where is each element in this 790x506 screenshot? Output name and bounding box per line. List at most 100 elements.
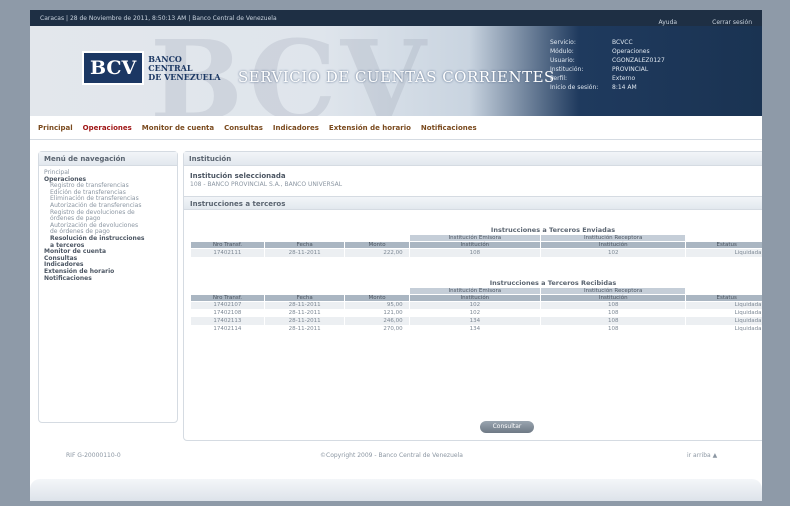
column-header: Institución — [408, 293, 541, 302]
table-cell: 108 — [539, 301, 686, 309]
table-cell: 17402108 — [190, 309, 265, 317]
table-row: 17402111 28-11-2011 222,00 108 102 Liquidada — [190, 248, 762, 257]
info-row: Inicio de sesión: 8:14 AM — [550, 83, 665, 92]
column-header: Estatus — [685, 293, 762, 302]
sidebar: Menú de navegación Principal Operaciones R… — [38, 151, 178, 423]
table-cell: Liquidada — [685, 325, 762, 333]
bottom-panel — [30, 479, 762, 501]
column-header: Fecha — [263, 293, 346, 302]
browser-page: Caracas | 28 de Noviembre de 2011, 8:50:… — [30, 10, 762, 490]
table-cell: 28-11-2011 — [263, 301, 345, 309]
table-cell: 222,00 — [344, 248, 410, 257]
info-row: Servicio: BCVCC — [550, 38, 665, 47]
nav-item-consultas[interactable]: Consultas — [224, 124, 263, 132]
sent-table: Institución Emisora Institución Receptor… — [190, 234, 762, 257]
sent-table-title: Instrucciones a Terceros Enviadas — [490, 226, 616, 234]
table-cell: 108 — [539, 309, 686, 317]
top-links: Ayuda Cerrar sesión — [629, 10, 752, 28]
table-cell: 28-11-2011 — [263, 325, 345, 333]
session-info: Caracas | 28 de Noviembre de 2011, 8:50:… — [40, 14, 277, 22]
logo-mark: BCV — [82, 51, 145, 85]
main-nav: Principal Operaciones Monitor de cuenta Con… — [30, 116, 762, 140]
table-row: 17402113 28-11-2011 246,00 134 108 Liquidada — [190, 317, 762, 325]
table-cell: Liquidada — [685, 301, 762, 309]
column-header: Monto — [344, 241, 410, 249]
table-cell: 17402107 — [190, 301, 265, 309]
top-bar: Caracas | 28 de Noviembre de 2011, 8:50:… — [30, 10, 762, 26]
main-content: Institución Institución seleccionada 108… — [183, 151, 762, 441]
nav-item-principal[interactable]: Principal — [38, 124, 73, 132]
table-cell: 95,00 — [344, 301, 410, 309]
table-row: 17402114 28-11-2011 270,00 134 108 Liquidada — [190, 325, 762, 333]
info-key: Inicio de sesión: — [550, 84, 599, 91]
content-title: Institución — [184, 152, 762, 166]
column-header: Nro Transf. — [190, 241, 265, 249]
table-cell: Liquidada — [685, 248, 762, 257]
column-header: Institución — [539, 241, 687, 249]
table-cell: 246,00 — [344, 317, 410, 325]
table-cell: 17402111 — [190, 248, 265, 257]
table-cell: 28-11-2011 — [263, 317, 345, 325]
nav-item-notificaciones[interactable]: Notificaciones — [421, 124, 477, 132]
consult-button[interactable]: Consultar — [480, 421, 534, 433]
column-header: Institución — [539, 293, 687, 302]
bcv-logo: BCV BANCO CENTRAL DE VENEZUELA — [82, 51, 221, 85]
group-header: Institución Emisora — [408, 234, 541, 242]
copyright-text: ©Copyright 2009 - Banco Central de Venez… — [320, 451, 463, 459]
table-row: 17402108 28-11-2011 121,00 102 108 Liquidada — [190, 309, 762, 317]
table-cell: 270,00 — [344, 325, 410, 333]
info-key: Módulo: — [550, 48, 574, 55]
table-cell: 28-11-2011 — [263, 309, 345, 317]
logo-line: DE VENEZUELA — [148, 71, 221, 82]
info-row: Institución: PROVINCIAL — [550, 65, 665, 74]
info-value: Operaciones — [612, 48, 650, 55]
logout-link[interactable]: Cerrar sesión — [712, 19, 752, 26]
sidebar-item[interactable]: Notificaciones — [44, 275, 172, 283]
table-cell: 17402113 — [190, 317, 265, 325]
info-value: PROVINCIAL — [612, 66, 649, 73]
info-row: Módulo: Operaciones — [550, 47, 665, 56]
column-header: Fecha — [263, 241, 346, 249]
nav-item-indicadores[interactable]: Indicadores — [273, 124, 319, 132]
sidebar-menu: Principal Operaciones Registro de transfer… — [39, 166, 177, 286]
table-cell: 121,00 — [344, 309, 410, 317]
header-banner: BCV BCV BANCO CENTRAL DE VENEZUELA SERVI… — [30, 26, 762, 116]
go-top-label: ir arriba — [687, 451, 711, 459]
group-header: Institución Receptora — [539, 286, 687, 295]
sidebar-title: Menú de navegación — [39, 152, 177, 166]
info-value: CGONZALEZ0127 — [612, 57, 665, 64]
nav-item-extensi-n-de-horario[interactable]: Extensión de horario — [329, 124, 411, 132]
go-top-link[interactable]: ir arriba ▲ — [687, 452, 717, 459]
table-cell: 108 — [408, 248, 541, 257]
table-cell: Liquidada — [685, 309, 762, 317]
table-cell: Liquidada — [685, 317, 762, 325]
column-header: Estatus — [685, 241, 762, 249]
column-header: Nro Transf. — [190, 293, 265, 302]
nav-item-operaciones[interactable]: Operaciones — [83, 124, 132, 132]
column-header: Institución — [408, 241, 541, 249]
table-cell: 102 — [408, 301, 541, 309]
info-value: BCVCC — [612, 39, 633, 46]
table-cell: 102 — [408, 309, 541, 317]
table-cell: 102 — [539, 248, 686, 257]
section-title: Instrucciones a terceros — [184, 196, 762, 210]
rif-text: RIF G-20000110-0 — [66, 451, 121, 459]
footer: RIF G-20000110-0 ©Copyright 2009 - Banco… — [30, 446, 762, 464]
selected-institution-label: Institución seleccionada — [190, 172, 286, 180]
table-row: 17402107 28-11-2011 95,00 102 108 Liquidada — [190, 301, 762, 309]
nav-item-monitor-de-cuenta[interactable]: Monitor de cuenta — [142, 124, 214, 132]
info-value: 8:14 AM — [612, 84, 637, 91]
logo-text: BANCO CENTRAL DE VENEZUELA — [148, 54, 221, 82]
info-key: Perfil: — [550, 75, 568, 82]
selected-institution-value: 108 - BANCO PROVINCIAL S.A., BANCO UNIVE… — [190, 181, 343, 188]
table-cell: 28-11-2011 — [263, 248, 345, 257]
service-title: SERVICIO DE CUENTAS CORRIENTES — [238, 68, 555, 86]
help-link[interactable]: Ayuda — [659, 19, 678, 26]
info-key: Servicio: — [550, 39, 576, 46]
received-table-title: Instrucciones a Terceros Recibidas — [489, 278, 617, 287]
chevron-up-icon: ▲ — [712, 451, 718, 459]
table-cell: 134 — [408, 317, 541, 325]
info-value: Externo — [612, 75, 636, 82]
received-table: Institución Emisora Institución Receptor… — [190, 286, 762, 333]
user-info-panel: Servicio: BCVCC Módulo: Operaciones Usuario:… — [550, 38, 665, 92]
